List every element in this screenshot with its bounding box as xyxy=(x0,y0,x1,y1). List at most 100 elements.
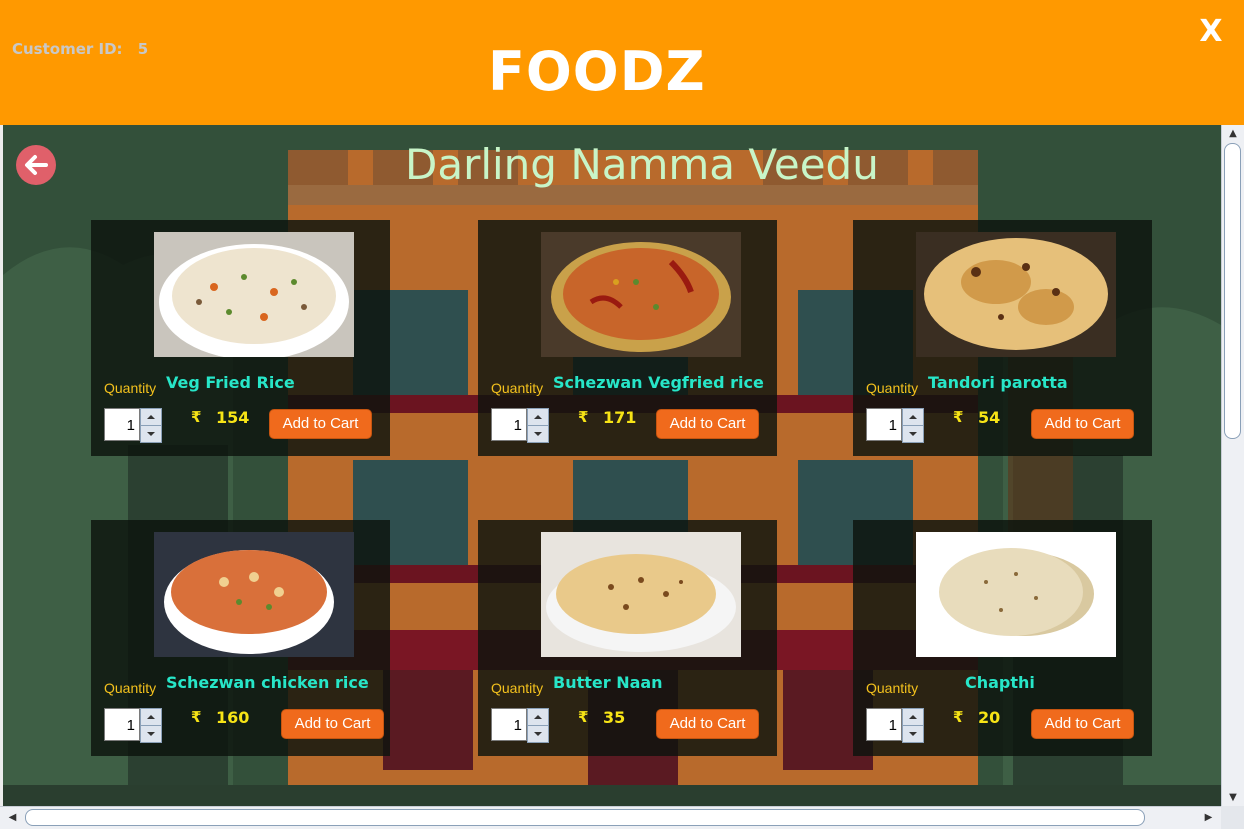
menu-item-card: Quantity Schezwan Vegfried rice 1 ₹ 171 … xyxy=(478,220,777,456)
spinner-arrows xyxy=(527,708,549,743)
spinner-up-button[interactable] xyxy=(903,709,923,726)
item-price: 160 xyxy=(216,708,250,727)
chevron-down-icon xyxy=(534,432,542,436)
item-name: Chapthi xyxy=(965,673,1035,692)
currency-symbol: ₹ xyxy=(191,408,202,426)
spinner-down-button[interactable] xyxy=(903,426,923,442)
currency-symbol: ₹ xyxy=(578,708,589,726)
spinner-up-button[interactable] xyxy=(141,709,161,726)
add-to-cart-button[interactable]: Add to Cart xyxy=(656,709,759,739)
item-price: 171 xyxy=(603,408,637,427)
menu-item-card: Quantity Chapthi 1 ₹ 20 Add to Cart xyxy=(853,520,1152,756)
vertical-scroll-thumb[interactable] xyxy=(1224,143,1241,439)
customer-id-label: Customer ID: xyxy=(12,40,123,58)
currency-symbol: ₹ xyxy=(953,408,964,426)
spinner-arrows xyxy=(902,708,924,743)
spinner-down-button[interactable] xyxy=(141,426,161,442)
add-to-cart-button[interactable]: Add to Cart xyxy=(281,709,384,739)
app-title: FOODZ xyxy=(488,40,706,103)
food-image xyxy=(154,532,354,657)
menu-item-card: Quantity Butter Naan 1 ₹ 35 Add to Cart xyxy=(478,520,777,756)
chevron-up-icon xyxy=(147,715,155,719)
quantity-label: Quantity xyxy=(104,380,157,396)
spinner-down-button[interactable] xyxy=(528,426,548,442)
quantity-spinner[interactable]: 1 xyxy=(491,408,549,443)
chevron-up-icon xyxy=(534,415,542,419)
item-name: Tandori parotta xyxy=(928,373,1068,392)
chevron-up-icon xyxy=(909,715,917,719)
spinner-arrows xyxy=(902,408,924,443)
scroll-up-arrow-icon[interactable]: ▲ xyxy=(1222,125,1244,142)
food-image xyxy=(916,232,1116,357)
quantity-input[interactable]: 1 xyxy=(491,408,527,441)
quantity-label: Quantity xyxy=(104,680,157,696)
add-to-cart-button[interactable]: Add to Cart xyxy=(269,409,372,439)
quantity-label: Quantity xyxy=(491,380,544,396)
add-to-cart-button[interactable]: Add to Cart xyxy=(1031,409,1134,439)
food-image xyxy=(541,532,741,657)
scroll-left-arrow-icon[interactable]: ◀ xyxy=(4,807,21,829)
scroll-right-arrow-icon[interactable]: ▶ xyxy=(1200,807,1217,829)
chevron-down-icon xyxy=(147,732,155,736)
spinner-down-button[interactable] xyxy=(528,726,548,742)
back-button[interactable] xyxy=(16,145,56,185)
item-name: Butter Naan xyxy=(553,673,663,692)
spinner-up-button[interactable] xyxy=(528,709,548,726)
add-to-cart-button[interactable]: Add to Cart xyxy=(1031,709,1134,739)
spinner-arrows xyxy=(527,408,549,443)
spinner-arrows xyxy=(140,408,162,443)
quantity-input[interactable]: 1 xyxy=(104,408,140,441)
food-image xyxy=(541,232,741,357)
customer-id-value: 5 xyxy=(137,40,149,58)
quantity-spinner[interactable]: 1 xyxy=(491,708,549,743)
arrow-left-icon xyxy=(25,155,48,175)
spinner-down-button[interactable] xyxy=(903,726,923,742)
quantity-input[interactable]: 1 xyxy=(866,708,902,741)
spinner-arrows xyxy=(140,708,162,743)
item-name: Schezwan Vegfried rice xyxy=(553,373,764,392)
quantity-label: Quantity xyxy=(866,380,919,396)
add-to-cart-button[interactable]: Add to Cart xyxy=(656,409,759,439)
spinner-up-button[interactable] xyxy=(528,409,548,426)
quantity-label: Quantity xyxy=(491,680,544,696)
menu-item-card: Quantity Tandori parotta 1 ₹ 54 Add to C… xyxy=(853,220,1152,456)
food-image xyxy=(916,532,1116,657)
chevron-down-icon xyxy=(534,732,542,736)
item-price: 54 xyxy=(978,408,1001,427)
spinner-up-button[interactable] xyxy=(141,409,161,426)
horizontal-scroll-thumb[interactable] xyxy=(25,809,1145,826)
chevron-up-icon xyxy=(909,415,917,419)
quantity-input[interactable]: 1 xyxy=(104,708,140,741)
spinner-up-button[interactable] xyxy=(903,409,923,426)
app-header: Customer ID: 5 FOODZ X xyxy=(0,0,1244,125)
customer-id-info: Customer ID: 5 xyxy=(12,40,148,58)
quantity-input[interactable]: 1 xyxy=(491,708,527,741)
scroll-down-arrow-icon[interactable]: ▼ xyxy=(1222,789,1244,806)
item-name: Schezwan chicken rice xyxy=(166,673,369,692)
quantity-input[interactable]: 1 xyxy=(866,408,902,441)
chevron-up-icon xyxy=(534,715,542,719)
spinner-down-button[interactable] xyxy=(141,726,161,742)
chevron-down-icon xyxy=(147,432,155,436)
quantity-spinner[interactable]: 1 xyxy=(866,708,924,743)
quantity-label: Quantity xyxy=(866,680,919,696)
quantity-spinner[interactable]: 1 xyxy=(104,408,162,443)
food-image xyxy=(154,232,354,357)
close-button[interactable]: X xyxy=(1196,14,1226,50)
menu-item-card: Quantity Schezwan chicken rice 1 ₹ 160 A… xyxy=(91,520,390,756)
item-price: 20 xyxy=(978,708,1001,727)
quantity-spinner[interactable]: 1 xyxy=(866,408,924,443)
horizontal-scrollbar[interactable]: ◀ ▶ xyxy=(0,806,1221,829)
chevron-down-icon xyxy=(909,732,917,736)
scrollbar-corner xyxy=(1221,806,1244,829)
menu-item-card: Quantity Veg Fried Rice 1 ₹ 154 Add to C… xyxy=(91,220,390,456)
currency-symbol: ₹ xyxy=(191,708,202,726)
currency-symbol: ₹ xyxy=(953,708,964,726)
quantity-spinner[interactable]: 1 xyxy=(104,708,162,743)
chevron-down-icon xyxy=(909,432,917,436)
vertical-scrollbar[interactable]: ▲ ▼ xyxy=(1221,125,1244,806)
restaurant-name: Darling Namma Veedu xyxy=(405,140,879,189)
item-price: 154 xyxy=(216,408,250,427)
item-price: 35 xyxy=(603,708,626,727)
chevron-up-icon xyxy=(147,415,155,419)
